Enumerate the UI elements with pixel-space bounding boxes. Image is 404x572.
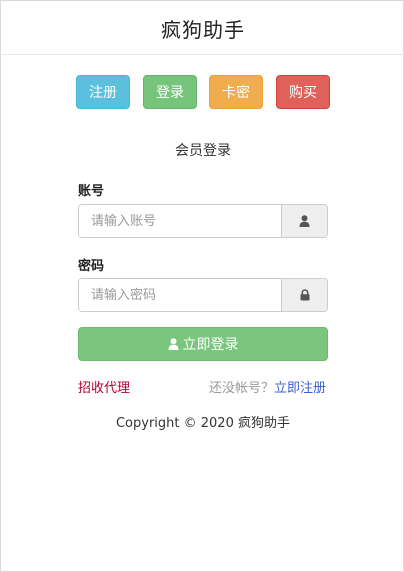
copyright-text: Copyright © 2020 疯狗助手	[115, 416, 290, 431]
page-title: 疯狗助手	[161, 17, 245, 42]
form-title: 会员登录	[175, 143, 231, 159]
account-input[interactable]	[79, 205, 281, 237]
card-key-button[interactable]: 卡密	[209, 75, 263, 109]
user-icon	[168, 338, 178, 350]
page-frame: 疯狗助手 注册 登录 卡密 购买 会员登录 账号 密码	[0, 0, 404, 572]
register-now-link[interactable]: 立即注册	[274, 381, 326, 396]
nav-button-group: 注册 登录 卡密 购买	[76, 75, 330, 109]
register-button[interactable]: 注册	[76, 75, 130, 109]
user-icon	[299, 215, 310, 227]
header: 疯狗助手	[2, 2, 404, 55]
account-input-group	[78, 204, 328, 238]
login-nav-button[interactable]: 登录	[143, 75, 197, 109]
password-label: 密码	[78, 259, 105, 274]
register-prompt: 还没帐号？立即注册	[209, 377, 326, 396]
account-label: 账号	[78, 184, 105, 199]
password-input[interactable]	[79, 279, 281, 311]
no-account-hint: 还没帐号？	[208, 381, 274, 396]
password-input-group	[78, 278, 328, 312]
lock-icon	[300, 289, 309, 301]
password-addon	[281, 279, 327, 311]
account-addon	[281, 205, 327, 237]
buy-button[interactable]: 购买	[276, 75, 330, 109]
submit-login-button[interactable]: 立即登录	[78, 327, 328, 361]
agent-recruit-link[interactable]: 招收代理	[78, 377, 130, 396]
submit-login-label: 立即登录	[182, 337, 239, 353]
